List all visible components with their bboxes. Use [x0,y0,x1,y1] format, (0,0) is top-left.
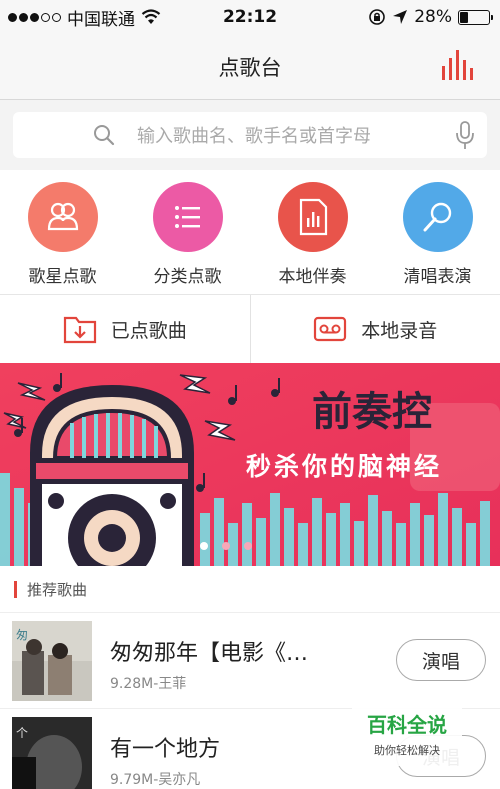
song-title: 匆匆那年【电影《… [110,641,309,666]
category-circle [152,182,223,252]
album-cover: 个 [12,717,92,789]
battery-icon [458,9,493,25]
local-recordings-button[interactable]: 本地录音 [249,295,500,363]
banner-artwork: 前奏控 秒杀你的脑神经 [0,363,500,566]
category-local-accompaniment[interactable]: 本地伴奏 [250,170,375,294]
section-accent-bar [14,580,17,598]
banner-headline: 前奏控 [312,390,432,434]
rotation-lock-icon [369,9,386,25]
ordered-songs-label: 已点歌曲 [110,319,187,342]
section-title: 推荐歌曲 [27,580,88,599]
watermark-sub: 助你轻松解决 [374,743,440,757]
album-cover: 匆 [12,621,92,701]
song-meta: 9.28M-王菲 [110,676,187,692]
status-bar: 中国联通 22:12 28% [0,0,500,34]
microphone-icon[interactable] [455,121,475,151]
category-circle [277,182,348,252]
banner-subline: 秒杀你的脑神经 [246,452,442,481]
equalizer-icon[interactable] [440,50,474,82]
local-recordings-label: 本地录音 [361,319,438,342]
search-input[interactable]: 输入歌曲名、歌手名或首字母 [13,112,487,158]
search-area: 输入歌曲名、歌手名或首字母 [0,100,500,170]
search-placeholder: 输入歌曲名、歌手名或首字母 [137,126,371,147]
song-meta: 9.79M-吴亦凡 [110,772,201,788]
song-row[interactable]: 匆 匆匆那年【电影《… 9.28M-王菲 演唱 [0,613,500,709]
search-icon [94,125,115,146]
category-circle [402,182,473,252]
ordered-songs-button[interactable]: 已点歌曲 [0,295,250,363]
category-singer[interactable]: 歌星点歌 [0,170,125,294]
category-label: 清唱表演 [403,267,472,287]
watermark-main: 百科全说 [367,712,447,737]
list-icon [174,206,200,228]
page-title: 点歌台 [218,55,282,80]
tape-icon [314,316,347,342]
category-label: 分类点歌 [153,267,222,287]
sing-button[interactable]: 演唱 [396,639,486,681]
watermark-logo: 百科全说 助你轻松解决 [352,700,462,766]
location-arrow-icon [393,10,408,24]
category-circle [27,182,98,252]
category-label: 本地伴奏 [278,267,347,287]
category-grid: 歌星点歌 分类点歌 本地伴奏 清唱表演 [0,170,500,295]
category-label: 歌星点歌 [28,267,97,287]
category-genre[interactable]: 分类点歌 [125,170,250,294]
download-folder-icon [63,316,96,344]
signal-strength-icon [8,12,61,22]
category-acapella[interactable]: 清唱表演 [375,170,500,294]
song-title: 有一个地方 [110,737,221,762]
section-header: 推荐歌曲 [0,566,500,613]
microphone-icon [423,202,451,232]
jukebox-illustration [30,385,194,566]
nav-bar: 点歌台 [0,34,500,100]
wifi-icon [141,9,161,24]
svg-text:个: 个 [16,726,28,740]
svg-text:匆: 匆 [16,628,28,642]
carrier-label: 中国联通 [67,9,135,30]
battery-percent: 28% [414,7,452,27]
quick-actions: 已点歌曲 本地录音 [0,295,500,363]
singer-icon [47,202,78,231]
audio-file-icon [299,198,327,236]
promo-banner[interactable]: 前奏控 秒杀你的脑神经 [0,363,500,566]
